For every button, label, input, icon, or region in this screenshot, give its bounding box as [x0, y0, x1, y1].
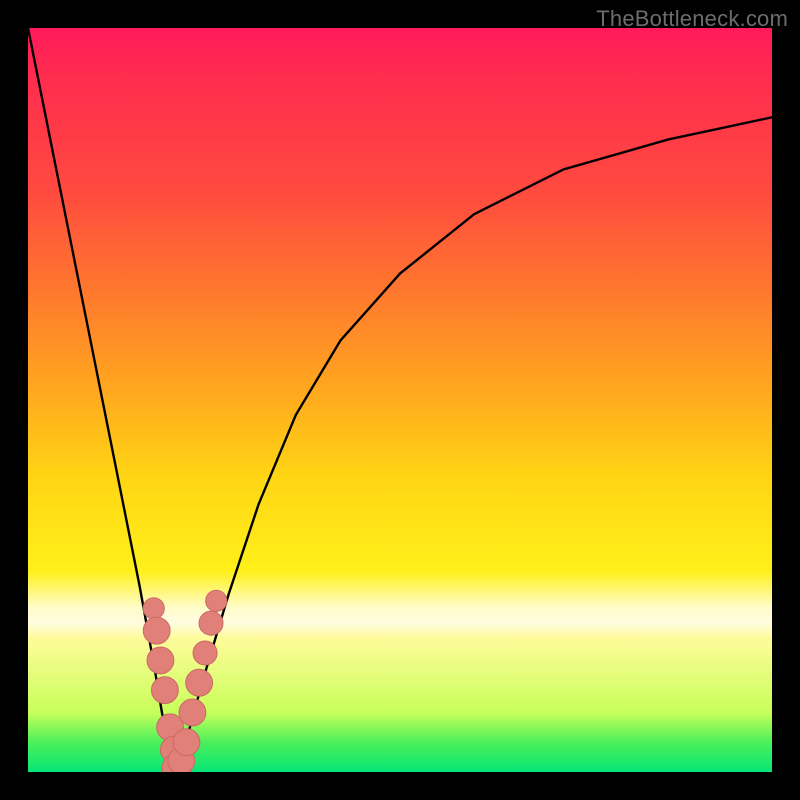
curve-marker: [151, 677, 178, 704]
curve-marker: [179, 699, 206, 726]
chart-frame: TheBottleneck.com: [0, 0, 800, 800]
curve-marker: [199, 611, 223, 635]
curve-marker: [186, 669, 213, 696]
curve-marker: [143, 598, 164, 619]
plot-area: [28, 28, 772, 772]
curve-marker: [147, 647, 174, 674]
curve-marker: [193, 641, 217, 665]
bottleneck-curve: [28, 28, 772, 772]
curve-marker: [173, 729, 200, 756]
curve-markers: [143, 590, 227, 772]
curve-marker: [206, 590, 227, 611]
curve-layer: [28, 28, 772, 772]
curve-marker: [143, 617, 170, 644]
watermark-text: TheBottleneck.com: [596, 6, 788, 32]
